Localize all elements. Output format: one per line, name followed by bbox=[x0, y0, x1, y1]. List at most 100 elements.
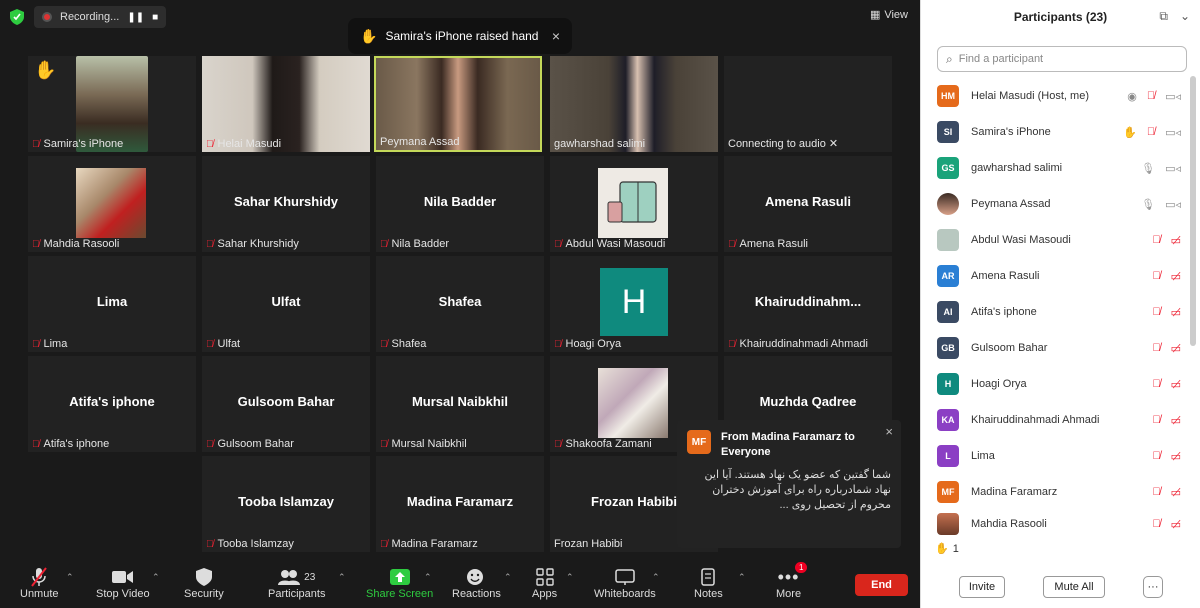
video-tile-nila[interactable]: Nila Badder 🎙̸ Nila Badder bbox=[376, 156, 544, 252]
video-tile-lima[interactable]: Lima 🎙̸ Lima bbox=[28, 256, 196, 352]
video-tile-abdul[interactable]: 🎙̸ Abdul Wasi Masoudi bbox=[550, 156, 718, 252]
video-tile-mahdia[interactable]: 🎙̸ Mahdia Rasooli bbox=[28, 156, 196, 252]
pop-out-icon[interactable]: ⧉ bbox=[1159, 9, 1168, 24]
chevron-up-icon[interactable]: ⌃ bbox=[424, 572, 432, 583]
video-off-icon[interactable]: ▭̸ bbox=[1171, 518, 1181, 531]
chevron-down-icon[interactable]: ⌄ bbox=[1180, 9, 1190, 24]
video-tile-connecting[interactable]: Connecting to audio ✕ bbox=[724, 56, 892, 152]
video-tile-hoagi[interactable]: H 🎙̸ Hoagi Orya bbox=[550, 256, 718, 352]
mic-muted-icon[interactable]: 🎙̸ bbox=[1152, 234, 1160, 246]
participants-button[interactable]: 23 Participants bbox=[268, 566, 325, 600]
search-input[interactable] bbox=[958, 53, 1169, 65]
video-off-icon[interactable]: ▭̸ bbox=[1171, 342, 1181, 355]
encryption-shield-icon[interactable] bbox=[8, 8, 26, 26]
video-camera-icon[interactable]: ▭◃ bbox=[1165, 90, 1181, 103]
video-off-icon[interactable]: ▭̸ bbox=[1171, 414, 1181, 427]
video-tile-khairuddin[interactable]: Khairuddinahm... 🎙̸ Khairuddinahmadi Ahma… bbox=[724, 256, 892, 352]
mic-muted-icon[interactable]: 🎙̸ bbox=[1152, 342, 1160, 354]
video-tile-gulsoom[interactable]: Gulsoom Bahar 🎙̸ Gulsoom Bahar bbox=[202, 356, 370, 452]
apps-button[interactable]: Apps bbox=[532, 566, 557, 600]
invite-button[interactable]: Invite bbox=[959, 576, 1005, 598]
whiteboards-button[interactable]: Whiteboards bbox=[594, 566, 656, 600]
chevron-up-icon[interactable]: ⌃ bbox=[338, 572, 346, 583]
participant-search[interactable]: ⌕ bbox=[937, 46, 1187, 72]
video-camera-icon[interactable]: ▭◃ bbox=[1165, 162, 1181, 175]
more-options-button[interactable]: ··· bbox=[1143, 576, 1163, 598]
video-tile-madina[interactable]: Madina Faramarz 🎙̸ Madina Faramarz bbox=[376, 456, 544, 552]
video-tile-tooba[interactable]: Tooba Islamzay 🎙̸ Tooba Islamzay bbox=[202, 456, 370, 552]
participant-row[interactable]: Mahdia Rasooli 🎙̸ ▭̸ bbox=[937, 510, 1187, 538]
mic-muted-icon: 🎙̸ bbox=[554, 238, 562, 250]
chevron-up-icon[interactable]: ⌃ bbox=[66, 572, 74, 583]
chat-message-popup[interactable]: × MF From Madina Faramarz to Everyone شم… bbox=[677, 420, 901, 548]
video-tile-peymana-active-speaker[interactable]: Peymana Assad bbox=[374, 56, 542, 152]
video-tile-samira[interactable]: ✋ 🎙̸ Samira's iPhone bbox=[28, 56, 196, 152]
participant-row[interactable]: GB Gulsoom Bahar 🎙̸ ▭̸ bbox=[937, 330, 1187, 366]
participant-row[interactable]: AI Atifa's iphone 🎙̸ ▭̸ bbox=[937, 294, 1187, 330]
video-camera-icon[interactable]: ▭◃ bbox=[1165, 126, 1181, 139]
chevron-up-icon[interactable]: ⌃ bbox=[152, 572, 160, 583]
tile-name-bar: 🎙̸ Samira's iPhone bbox=[32, 138, 123, 150]
mic-muted-icon[interactable]: 🎙̸ bbox=[1152, 378, 1160, 390]
video-off-icon[interactable]: ▭̸ bbox=[1171, 378, 1181, 391]
chevron-up-icon[interactable]: ⌃ bbox=[504, 572, 512, 583]
stop-recording-icon[interactable]: ■ bbox=[152, 12, 158, 23]
participant-row[interactable]: KA Khairuddinahmadi Ahmadi 🎙̸ ▭̸ bbox=[937, 402, 1187, 438]
video-tile-atifa[interactable]: Atifa's iphone 🎙̸ Atifa's iphone bbox=[28, 356, 196, 452]
video-tile-helai[interactable]: 🎙̸ Helai Masudi bbox=[202, 56, 370, 152]
participant-row[interactable]: Abdul Wasi Masoudi 🎙̸ ▭̸ bbox=[937, 222, 1187, 258]
chevron-up-icon[interactable]: ⌃ bbox=[652, 572, 660, 583]
video-camera-icon[interactable]: ▭◃ bbox=[1165, 198, 1181, 211]
unmute-button[interactable]: Unmute bbox=[20, 566, 59, 600]
mic-icon[interactable]: 🎙 bbox=[1141, 198, 1155, 211]
video-tile-ulfat[interactable]: Ulfat 🎙̸ Ulfat bbox=[202, 256, 370, 352]
mic-muted-icon[interactable]: 🎙̸ bbox=[1152, 414, 1160, 426]
stop-video-button[interactable]: Stop Video bbox=[96, 566, 150, 600]
participant-row[interactable]: H Hoagi Orya 🎙̸ ▭̸ bbox=[937, 366, 1187, 402]
video-off-icon[interactable]: ▭̸ bbox=[1171, 270, 1181, 283]
video-off-icon[interactable]: ▭̸ bbox=[1171, 234, 1181, 247]
reactions-button[interactable]: Reactions bbox=[452, 566, 501, 600]
video-tile-gawharshad[interactable]: gawharshad salimi bbox=[550, 56, 718, 152]
mic-icon[interactable]: 🎙 bbox=[1141, 162, 1155, 175]
tile-name: Khairuddinahmadi Ahmadi bbox=[739, 338, 868, 350]
video-tile-sahar[interactable]: Sahar Khurshidy 🎙̸ Sahar Khurshidy bbox=[202, 156, 370, 252]
mic-muted-icon[interactable]: 🎙̸ bbox=[1152, 486, 1160, 498]
video-off-icon[interactable]: ▭̸ bbox=[1171, 450, 1181, 463]
end-meeting-button[interactable]: End bbox=[855, 574, 908, 596]
video-off-icon[interactable]: ▭̸ bbox=[1171, 486, 1181, 499]
participant-row[interactable]: SI Samira's iPhone ✋ 🎙̸ ▭◃ bbox=[937, 114, 1187, 150]
participant-photo bbox=[76, 168, 146, 238]
participant-row[interactable]: AR Amena Rasuli 🎙̸ ▭̸ bbox=[937, 258, 1187, 294]
notes-button[interactable]: Notes bbox=[694, 566, 723, 600]
mic-muted-icon[interactable]: 🎙̸ bbox=[1152, 450, 1160, 462]
mic-muted-icon[interactable]: 🎙̸ bbox=[1152, 306, 1160, 318]
close-icon[interactable]: × bbox=[552, 28, 560, 44]
mic-muted-icon[interactable]: 🎙̸ bbox=[1152, 518, 1160, 530]
video-tile-mursal[interactable]: Mursal Naibkhil 🎙̸ Mursal Naibkhil bbox=[376, 356, 544, 452]
video-off-icon[interactable]: ▭̸ bbox=[1171, 306, 1181, 319]
mic-muted-icon[interactable]: 🎙̸ bbox=[1152, 270, 1160, 282]
participant-row[interactable]: HM Helai Masudi (Host, me) ◉ 🎙̸ ▭◃ bbox=[937, 78, 1187, 114]
view-button[interactable]: ▦ View bbox=[869, 8, 908, 22]
pause-recording-icon[interactable]: ❚❚ bbox=[127, 12, 144, 23]
tile-name-bar: 🎙̸ Mahdia Rasooli bbox=[32, 238, 119, 250]
mic-muted-icon[interactable]: 🎙̸ bbox=[1147, 90, 1155, 102]
mic-muted-icon[interactable]: 🎙̸ bbox=[1147, 126, 1155, 138]
more-button[interactable]: ••• 1 More bbox=[776, 562, 808, 600]
video-tile-amena[interactable]: Amena Rasuli 🎙̸ Amena Rasuli bbox=[724, 156, 892, 252]
participant-row[interactable]: L Lima 🎙̸ ▭̸ bbox=[937, 438, 1187, 474]
video-tile-shafea[interactable]: Shafea 🎙̸ Shafea bbox=[376, 256, 544, 352]
close-icon[interactable]: × bbox=[885, 424, 893, 439]
participant-row[interactable]: GS gawharshad salimi 🎙 ▭◃ bbox=[937, 150, 1187, 186]
chevron-up-icon[interactable]: ⌃ bbox=[566, 572, 574, 583]
chat-message-text: شما گفتین که عضو یک نهاد هستند. آیا این … bbox=[704, 469, 891, 511]
tile-name: Lima bbox=[43, 338, 68, 350]
chevron-up-icon[interactable]: ⌃ bbox=[738, 572, 746, 583]
grid-view-icon: ▦ bbox=[869, 9, 881, 21]
mute-all-button[interactable]: Mute All bbox=[1043, 576, 1105, 598]
participant-row[interactable]: MF Madina Faramarz 🎙̸ ▭̸ bbox=[937, 474, 1187, 510]
participant-row[interactable]: Peymana Assad 🎙 ▭◃ bbox=[937, 186, 1187, 222]
participant-list-scrollbar[interactable] bbox=[1190, 76, 1196, 346]
security-button[interactable]: Security bbox=[184, 566, 224, 600]
